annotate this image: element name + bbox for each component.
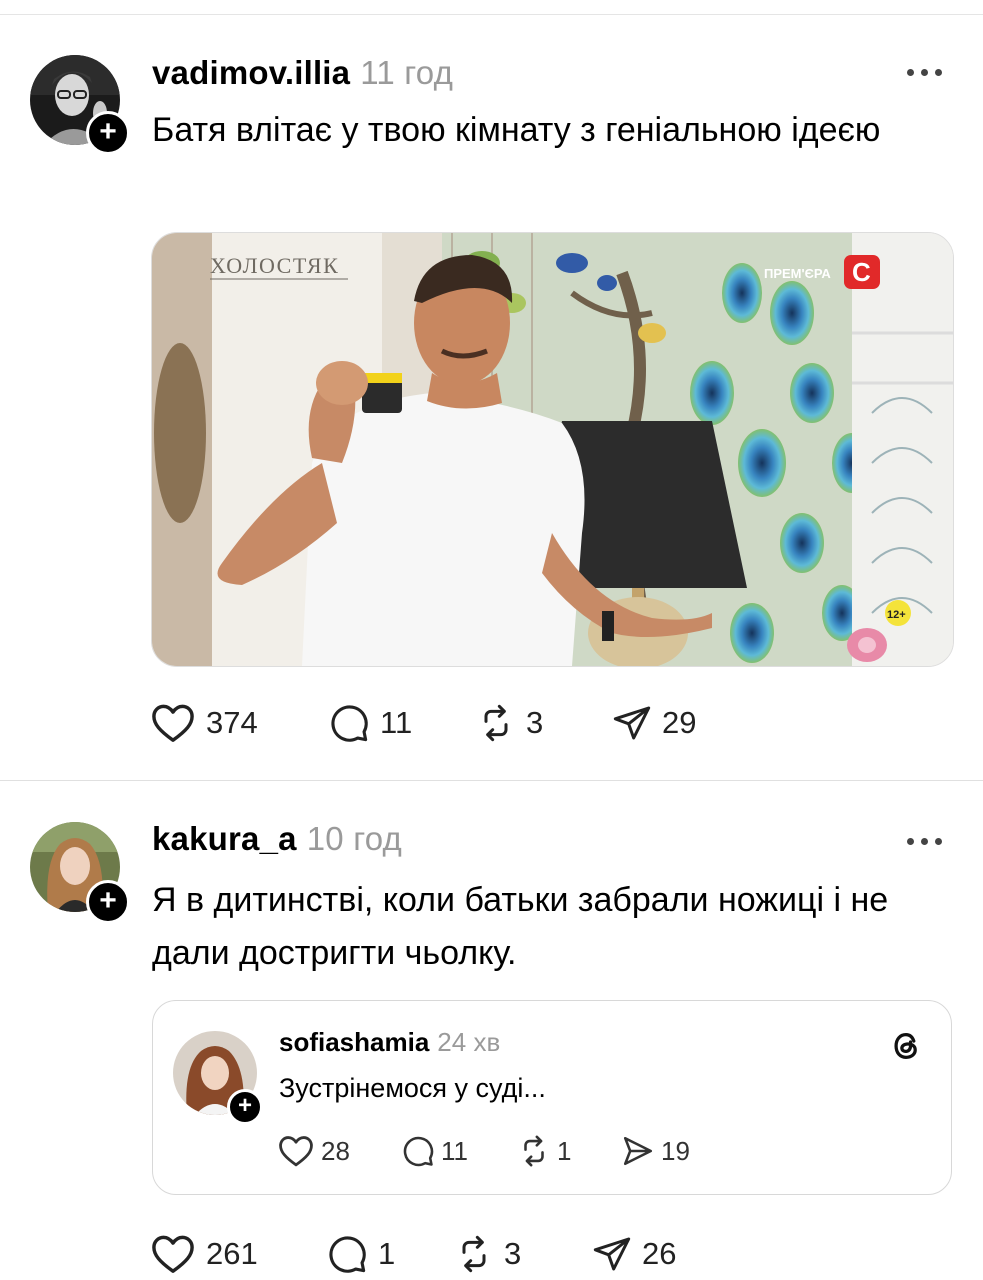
quoted-follow-plus-icon[interactable]: +: [227, 1089, 263, 1125]
heart-icon: [152, 1235, 194, 1273]
comment-icon: [331, 705, 368, 742]
quoted-username[interactable]: sofiashamia 24 хв: [279, 1027, 500, 1058]
comment-icon: [403, 1136, 434, 1167]
avatar-container[interactable]: +: [30, 55, 130, 155]
quoted-share-button[interactable]: 19: [621, 1129, 690, 1173]
quoted-repost-count: 1: [557, 1135, 572, 1166]
post-media-image[interactable]: ХОЛОСТЯК ПРЕМ'ЄРА C 12+: [151, 232, 954, 667]
quoted-time: 24 хв: [437, 1027, 501, 1057]
like-button[interactable]: 374: [150, 701, 258, 745]
quoted-like-count: 28: [321, 1135, 350, 1166]
quoted-post-card[interactable]: + sofiashamia 24 хв Зустрінемося у суді..…: [152, 1000, 952, 1195]
post-divider: [0, 780, 983, 781]
age-rating: 12+: [887, 609, 906, 621]
like-count: 261: [206, 1236, 258, 1271]
share-button[interactable]: 26: [592, 1232, 676, 1276]
follow-plus-icon[interactable]: +: [86, 111, 130, 155]
quoted-comment-count: 11: [441, 1135, 468, 1166]
post-text: Я в дитинстві, коли батьки забрали ножиц…: [152, 881, 889, 972]
post-username[interactable]: vadimov.illia 11 год: [152, 54, 453, 92]
heart-icon: [152, 704, 194, 742]
post-time: 11 год: [360, 54, 454, 91]
quoted-like-button[interactable]: 28: [277, 1129, 350, 1173]
username-text[interactable]: vadimov.illia: [152, 54, 350, 91]
share-count: 29: [662, 705, 697, 740]
show-watermark: ХОЛОСТЯК: [210, 253, 339, 278]
comment-icon: [329, 1236, 366, 1273]
username-text[interactable]: kakura_a: [152, 820, 297, 857]
repost-button[interactable]: 3: [476, 701, 543, 745]
comment-button[interactable]: 1: [326, 1232, 395, 1276]
share-button[interactable]: 29: [612, 701, 696, 745]
more-icon[interactable]: [907, 835, 943, 847]
channel-logo: C: [852, 257, 871, 287]
repost-count: 3: [526, 705, 544, 740]
repost-count: 3: [504, 1236, 522, 1271]
post-text: Батя влітає у твою кімнату з геніальною …: [152, 111, 881, 149]
quoted-username-text[interactable]: sofiashamia: [279, 1027, 429, 1057]
like-button[interactable]: 261: [150, 1232, 258, 1276]
repost-icon: [462, 1235, 486, 1273]
top-divider: [0, 14, 983, 15]
quoted-avatar-container[interactable]: +: [173, 1031, 263, 1125]
follow-plus-icon[interactable]: +: [86, 880, 130, 924]
avatar-container[interactable]: +: [30, 822, 130, 924]
post-username[interactable]: kakura_a 10 год: [152, 820, 402, 858]
quoted-text: Зустрінемося у суді...: [279, 1073, 546, 1103]
quoted-comment-button[interactable]: 11: [401, 1129, 468, 1173]
repost-icon: [524, 1135, 544, 1167]
comment-count: 1: [378, 1236, 396, 1271]
comment-button[interactable]: 11: [328, 701, 412, 745]
repost-button[interactable]: 3: [454, 1232, 521, 1276]
premiere-badge: ПРЕМ'ЄРА: [764, 266, 831, 281]
like-count: 374: [206, 705, 258, 740]
comment-count: 11: [380, 705, 413, 740]
share-icon: [623, 1136, 653, 1166]
repost-icon: [484, 704, 508, 742]
heart-icon: [279, 1136, 313, 1167]
share-icon: [593, 1237, 631, 1271]
quoted-share-count: 19: [661, 1135, 690, 1166]
share-icon: [613, 706, 651, 740]
more-icon[interactable]: [907, 66, 943, 78]
post-time: 10 год: [306, 820, 402, 857]
share-count: 26: [642, 1236, 677, 1271]
quoted-repost-button[interactable]: 1: [517, 1129, 571, 1173]
threads-logo-icon: [889, 1029, 923, 1063]
